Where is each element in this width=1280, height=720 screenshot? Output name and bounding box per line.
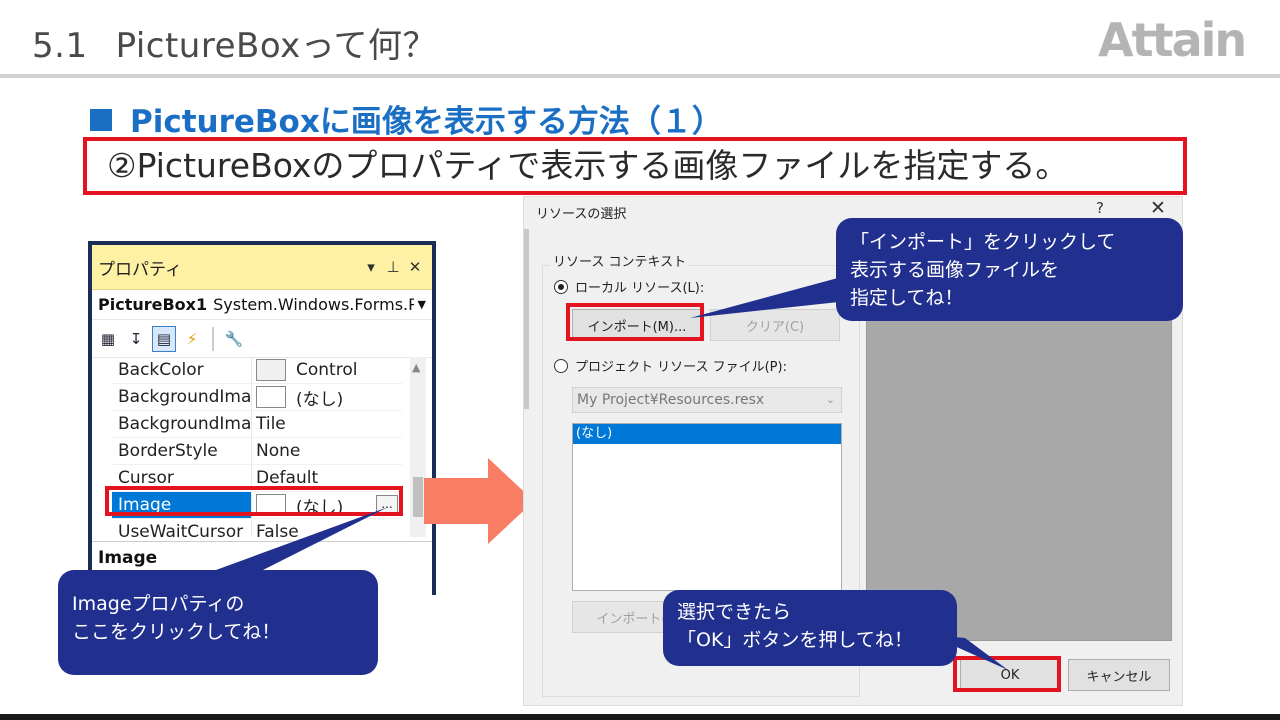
dialog-title: リソースの選択: [536, 207, 627, 222]
help-icon[interactable]: ?: [1096, 199, 1104, 217]
object-name: PictureBox1: [98, 295, 208, 314]
property-name: UseWaitCursor: [112, 519, 252, 537]
bottom-border: [0, 714, 1280, 720]
section-heading-text: PictureBoxに画像を表示する方法（１）: [130, 104, 723, 140]
local-resource-radio[interactable]: ローカル リソース(L):: [554, 277, 704, 296]
callout-line: 選択できたら: [677, 601, 792, 623]
property-name: BorderStyle: [112, 438, 252, 464]
radio-label: プロジェクト リソース ファイル(P):: [575, 360, 787, 375]
property-row-backcolor[interactable]: BackColor Control: [112, 357, 402, 384]
callout-line: 指定してね！: [850, 287, 964, 309]
combo-value: My Project¥Resources.resx: [577, 392, 765, 408]
image-row-highlight: [105, 486, 403, 516]
callout-line: ここをクリックしてね！: [72, 621, 281, 643]
chevron-down-icon: ⌄: [825, 393, 835, 406]
panel-dropdown-icon[interactable]: ▾: [360, 258, 382, 276]
properties-toolbar: ▦ ↧ ▤ ⚡ 🔧: [92, 320, 432, 358]
categorized-icon[interactable]: ▦: [96, 326, 120, 352]
callout-line: 「OK」ボタンを押してね！: [677, 629, 913, 651]
alphabetical-icon[interactable]: ↧: [124, 326, 148, 352]
callout-line: Imageプロパティの: [72, 593, 245, 615]
property-name: BackgroundImag: [112, 384, 252, 410]
close-icon[interactable]: ✕: [1150, 197, 1166, 219]
property-pages-icon[interactable]: 🔧: [222, 326, 246, 352]
property-row-borderstyle[interactable]: BorderStyle None: [112, 438, 402, 465]
toolbar-separator: [212, 326, 214, 351]
properties-panel: プロパティ ▾ ⊥ ✕ PictureBox1 System.Windows.F…: [88, 241, 436, 595]
radio-label: ローカル リソース(L):: [575, 281, 705, 296]
property-name: BackgroundImag: [112, 411, 252, 437]
properties-header: プロパティ ▾ ⊥ ✕: [92, 245, 432, 290]
step-instruction: ②PictureBoxのプロパティで表示する画像ファイルを指定する。: [83, 137, 1187, 195]
list-item[interactable]: (なし): [573, 424, 841, 444]
property-name: BackColor: [112, 357, 252, 383]
group-label: リソース コンテキスト: [550, 251, 690, 270]
header-divider: [0, 74, 1280, 78]
project-resource-radio[interactable]: プロジェクト リソース ファイル(P):: [554, 356, 787, 375]
property-row-backgroundimage[interactable]: BackgroundImag (なし): [112, 384, 402, 411]
image-callout: Imageプロパティの ここをクリックしてね！: [58, 570, 378, 675]
object-type: System.Windows.Forms.P: [213, 295, 414, 314]
property-value: Control: [296, 360, 358, 380]
properties-title: プロパティ: [98, 259, 182, 280]
properties-icon[interactable]: ▤: [152, 325, 176, 352]
attain-logo: Attain: [1098, 13, 1247, 67]
bullet-square-icon: [90, 109, 112, 131]
chevron-down-icon: ▼: [417, 298, 426, 311]
right-arrow-icon: [424, 458, 534, 544]
slide-title-text: PictureBoxって何？: [115, 26, 438, 66]
color-swatch: [256, 359, 286, 381]
callout-line: 「インポート」をクリックして: [850, 231, 1116, 253]
resource-file-combo[interactable]: My Project¥Resources.resx ⌄: [572, 387, 842, 413]
property-row-usewaitcursor[interactable]: UseWaitCursor False: [112, 519, 402, 537]
property-value: None: [256, 441, 301, 461]
section-heading: PictureBoxに画像を表示する方法（１）: [90, 96, 723, 141]
clear-button[interactable]: クリア(C): [710, 309, 840, 341]
ok-highlight: [953, 656, 1061, 692]
events-icon[interactable]: ⚡: [180, 326, 204, 352]
ok-callout: 選択できたら 「OK」ボタンを押してね！: [663, 590, 957, 666]
property-row-backgroundimagelayout[interactable]: BackgroundImag Tile: [112, 411, 402, 438]
resource-list[interactable]: (なし): [572, 423, 842, 591]
slide-title: 5.1 PictureBoxって何？: [32, 18, 437, 67]
cancel-button[interactable]: キャンセル: [1068, 659, 1170, 691]
callout-line: 表示する画像ファイルを: [850, 259, 1060, 281]
image-swatch: [256, 386, 286, 408]
pin-icon[interactable]: ⊥: [382, 258, 404, 276]
import-callout: 「インポート」をクリックして 表示する画像ファイルを 指定してね！: [836, 218, 1183, 321]
close-icon[interactable]: ✕: [404, 258, 426, 276]
property-value: Tile: [256, 414, 286, 434]
property-value: Default: [256, 468, 319, 488]
property-value: False: [256, 522, 299, 537]
import-highlight: [566, 303, 704, 341]
property-value: (なし): [296, 389, 344, 410]
radio-checked-icon: [554, 279, 568, 294]
object-selector[interactable]: PictureBox1 System.Windows.Forms.P ▼: [92, 290, 432, 320]
scroll-thumb[interactable]: [413, 477, 423, 517]
logo-text: Attain: [1098, 13, 1245, 67]
radio-unchecked-icon: [554, 358, 568, 373]
scroll-up-icon[interactable]: ▲: [412, 361, 420, 374]
dialog-left-edge: [524, 229, 529, 409]
slide-number: 5.1: [32, 26, 88, 66]
